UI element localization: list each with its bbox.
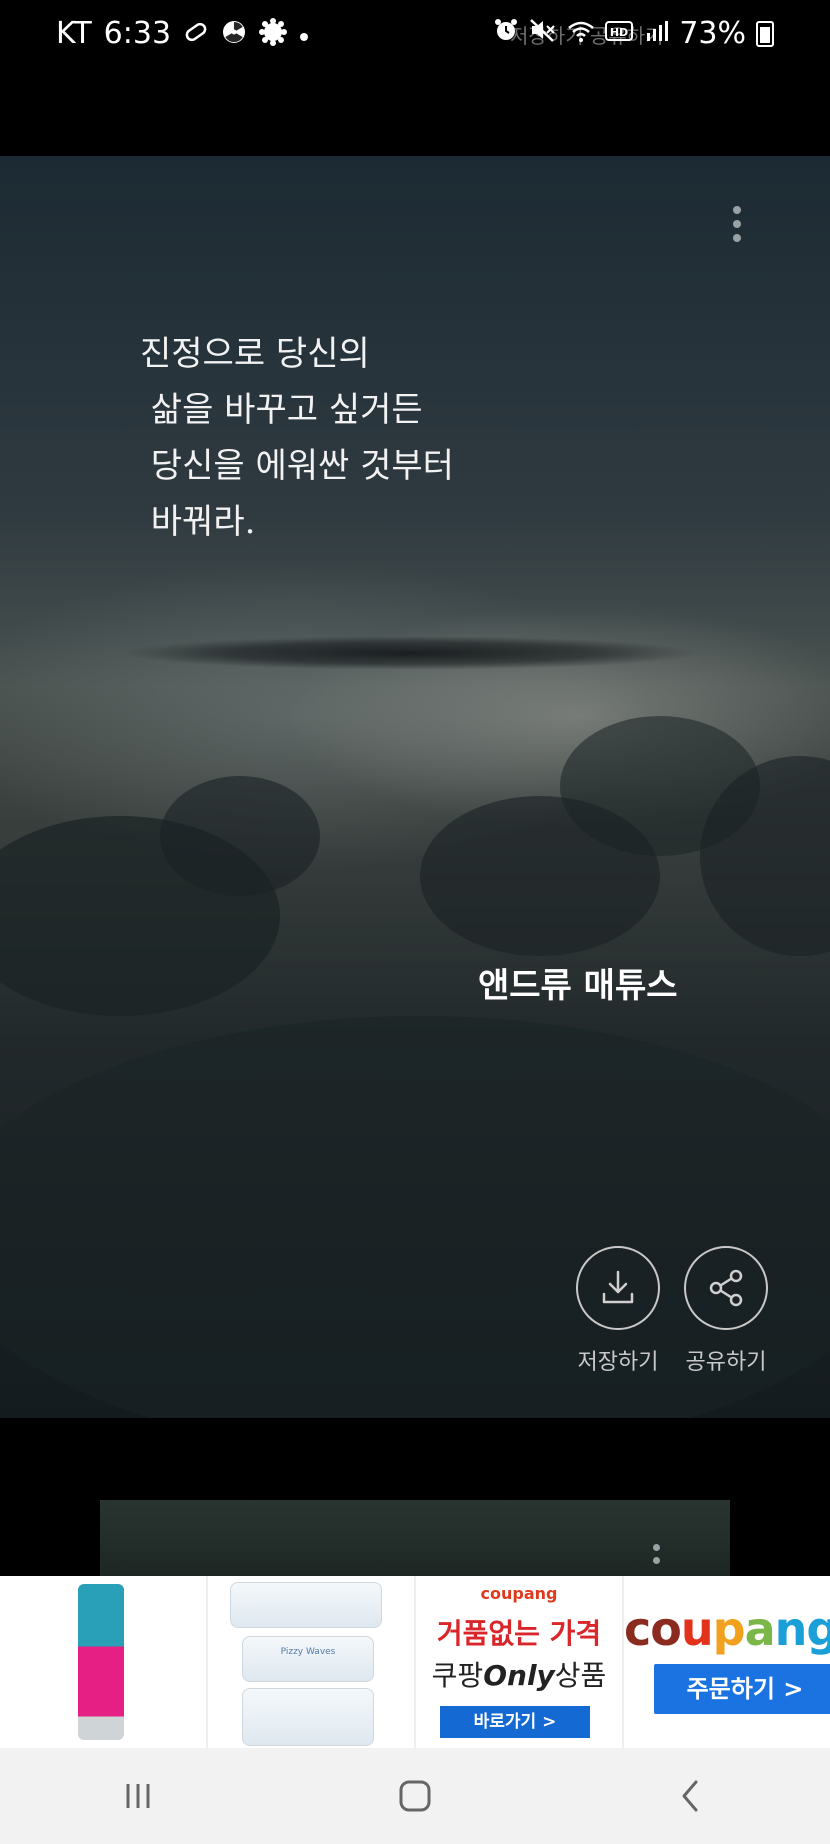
cloud-shape bbox=[160, 776, 320, 896]
save-button[interactable]: 저장하기 bbox=[576, 1246, 660, 1376]
ad-slot-product-1[interactable] bbox=[0, 1576, 208, 1748]
cloud-streak bbox=[120, 636, 700, 670]
wipes-label: Pizzy Waves bbox=[280, 1647, 336, 1657]
coupang-logo-letter: p bbox=[712, 1602, 746, 1656]
menu-dot bbox=[653, 1544, 660, 1551]
mute-icon bbox=[529, 16, 557, 51]
recents-icon[interactable] bbox=[78, 1761, 198, 1831]
status-left: KT 6:33 bbox=[56, 16, 309, 51]
home-icon[interactable] bbox=[355, 1761, 475, 1831]
quote-author: 앤드류 매튜스 bbox=[478, 966, 678, 1006]
coupang-logo: coupang bbox=[624, 1602, 830, 1656]
quote-line: 바꿔라. bbox=[140, 502, 256, 542]
quote-line: 당신을 에워싼 것부터 bbox=[140, 446, 454, 486]
coupang-logo-letter: g bbox=[806, 1602, 830, 1656]
battery-icon bbox=[756, 20, 774, 47]
alarm-icon bbox=[493, 16, 519, 51]
pill-icon bbox=[183, 19, 209, 49]
share-button[interactable]: 공유하기 bbox=[684, 1246, 768, 1376]
signal-icon bbox=[645, 16, 669, 51]
coupang-logo-letter: n bbox=[774, 1602, 808, 1656]
coupang-logo-letter: u bbox=[680, 1602, 714, 1656]
gear-badge-icon bbox=[259, 17, 288, 50]
more-vert-icon[interactable] bbox=[653, 1544, 660, 1564]
promo-sub-emph: Only bbox=[483, 1659, 555, 1692]
quote-text: 진정으로 당신의 삶을 바꾸고 싶거든 당신을 에워싼 것부터 바꿔라. bbox=[140, 326, 560, 550]
wet-wipes-image: Pizzy Waves bbox=[242, 1636, 374, 1682]
radiation-icon bbox=[221, 19, 247, 49]
back-icon[interactable] bbox=[632, 1761, 752, 1831]
navigation-bar bbox=[0, 1748, 830, 1844]
clock: 6:33 bbox=[103, 16, 172, 51]
more-vert-icon[interactable] bbox=[728, 206, 746, 242]
coupang-mini-logo: coupang bbox=[480, 1584, 558, 1603]
menu-dot bbox=[733, 234, 741, 242]
next-quote-card[interactable] bbox=[100, 1500, 730, 1576]
hd-icon: HD bbox=[605, 16, 635, 51]
coupang-logo-letter: c bbox=[624, 1602, 651, 1656]
promo-go-button[interactable]: 바로가기 > bbox=[440, 1706, 590, 1738]
status-bar: KT 6:33 저장하기 공유하기 HD 73% bbox=[0, 0, 830, 70]
coupang-logo-letter: a bbox=[744, 1602, 776, 1656]
coupang-logo-letter: o bbox=[650, 1602, 682, 1656]
promo-subline: 쿠팡Only상품 bbox=[416, 1654, 622, 1694]
battery-percent: 73% bbox=[679, 16, 746, 51]
wifi-icon bbox=[567, 16, 595, 51]
quote-card: 진정으로 당신의 삶을 바꾸고 싶거든 당신을 에워싼 것부터 바꿔라. 앤드류… bbox=[0, 156, 830, 1418]
order-button[interactable]: 주문하기 > bbox=[654, 1664, 830, 1714]
product-tube-image bbox=[78, 1584, 124, 1740]
svg-text:HD: HD bbox=[610, 26, 628, 39]
status-right: HD 73% bbox=[493, 16, 774, 51]
ad-slot-promo[interactable]: coupang 거품없는 가격 쿠팡Only상품 바로가기 > bbox=[416, 1576, 624, 1748]
wet-wipes-image bbox=[230, 1582, 382, 1628]
ad-slot-brand[interactable]: coupang 주문하기 > bbox=[624, 1576, 830, 1748]
share-label: 공유하기 bbox=[685, 1350, 767, 1375]
ad-slot-product-2[interactable]: Pizzy Waves bbox=[208, 1576, 416, 1748]
menu-dot bbox=[733, 206, 741, 214]
ad-banner[interactable]: Pizzy Waves coupang 거품없는 가격 쿠팡Only상품 바로가… bbox=[0, 1576, 830, 1748]
download-icon bbox=[576, 1246, 660, 1330]
promo-headline: 거품없는 가격 bbox=[436, 1617, 602, 1650]
quote-line: 삶을 바꾸고 싶거든 bbox=[140, 390, 423, 430]
menu-dot bbox=[653, 1557, 660, 1564]
menu-dot bbox=[733, 220, 741, 228]
dot-icon bbox=[299, 22, 309, 46]
quote-line: 진정으로 당신의 bbox=[140, 334, 370, 374]
save-label: 저장하기 bbox=[577, 1350, 659, 1375]
carrier: KT bbox=[56, 16, 92, 51]
wet-wipes-image bbox=[242, 1688, 374, 1746]
promo-sub-suffix: 상품 bbox=[554, 1659, 607, 1692]
share-icon bbox=[684, 1246, 768, 1330]
promo-sub-prefix: 쿠팡 bbox=[431, 1659, 484, 1692]
